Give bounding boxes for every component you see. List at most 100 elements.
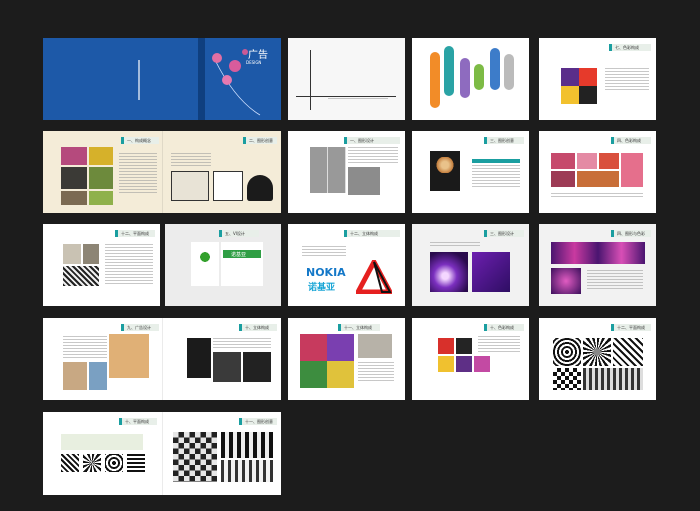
text-block <box>430 242 480 248</box>
section-header: 十二、立体构成 <box>344 230 400 237</box>
gutter <box>162 318 163 400</box>
paper-structure-image <box>213 352 241 382</box>
text-block <box>605 68 649 90</box>
text-block <box>105 244 153 286</box>
spread-p15-p16[interactable]: 九、广告设计 十、立体构成 <box>43 318 281 400</box>
sketch-image <box>348 167 380 195</box>
section-header: 九、广告设计 <box>121 324 159 331</box>
nokia-wordmark: NOKIA <box>306 266 346 279</box>
section-header: 五、VI设计 <box>219 230 259 237</box>
section-header: 一、构成概念 <box>121 137 159 144</box>
rabbit-illustration <box>213 171 243 201</box>
spread-p17[interactable]: 十一、立体构成 <box>288 318 405 400</box>
section-header: 四、图形与色彩 <box>611 230 651 237</box>
color-composition-image <box>561 68 597 104</box>
color-photo-5 <box>551 171 575 187</box>
color-block-1 <box>438 338 454 354</box>
color-block-5 <box>474 356 490 372</box>
photo-stone <box>61 167 87 189</box>
paper-star-image <box>243 352 271 382</box>
brochure-cover-spread[interactable]: 广告 DESIGN <box>43 38 281 120</box>
vertical-rule <box>310 50 311 110</box>
color-block-2 <box>456 338 472 354</box>
pattern-image-1 <box>63 244 81 264</box>
color-block-3 <box>438 356 454 372</box>
tessellation-image <box>173 432 217 482</box>
section-header: 七、色彩构成 <box>609 44 651 51</box>
text-block <box>119 153 157 193</box>
figure-illustration <box>171 171 209 201</box>
text-block <box>358 362 394 382</box>
vi-card-left <box>191 242 219 286</box>
spread-p19[interactable]: 十二、平面构成 <box>539 318 656 400</box>
spread-p3-contents[interactable] <box>412 38 529 120</box>
spread-p10[interactable]: 十二、平面构成 <box>43 224 160 306</box>
text-block <box>587 270 643 290</box>
sketch-grid <box>310 147 346 193</box>
ad-photo-3 <box>89 362 107 390</box>
op-art-1 <box>553 338 581 366</box>
text-block <box>472 165 520 187</box>
ribbon-grey <box>504 54 514 90</box>
spread-p2[interactable] <box>288 38 405 120</box>
horizontal-rule <box>296 96 396 97</box>
section-header: 十一、立体构成 <box>338 324 380 331</box>
section-header: 三、图形设计 <box>484 230 524 237</box>
ribbon-purple <box>460 58 470 98</box>
origami-grid-image <box>300 334 354 388</box>
caption-box <box>61 434 143 450</box>
section-header: 十一、图形创意 <box>239 418 277 425</box>
spread-p12[interactable]: 十二、立体构成 NOKIA 诺基亚 <box>288 224 405 306</box>
gutter <box>162 412 163 495</box>
spread-p20-p21[interactable]: 十、平面构成 十一、图形创意 <box>43 412 281 495</box>
spread-p8[interactable]: 三、图形创意 <box>412 131 529 213</box>
spread-p9[interactable]: 四、色彩构成 <box>539 131 656 213</box>
text-block <box>551 193 643 199</box>
figure-pattern-image <box>221 432 273 458</box>
vi-card-right <box>221 242 263 286</box>
spread-p4[interactable]: 七、色彩构成 <box>539 38 656 120</box>
nokia-chinese-name: 诺基亚 <box>308 283 336 293</box>
pattern-image-3 <box>63 266 99 286</box>
ribbon-green <box>474 64 484 90</box>
color-photo-3 <box>599 153 619 169</box>
spread-p5-p6[interactable]: 一、构成概念 二、图形创意 <box>43 131 281 213</box>
text-block <box>302 246 346 258</box>
op-art-4 <box>583 368 643 390</box>
pattern-tile-2 <box>83 454 101 472</box>
color-photo-2 <box>577 153 597 169</box>
color-photo-6 <box>577 171 619 187</box>
cover-subtitle: DESIGN <box>246 60 262 65</box>
cover-spine <box>198 38 205 120</box>
cover-title: 广告 <box>248 50 268 61</box>
section-header: 四、色彩构成 <box>611 137 651 144</box>
flower-vase-image <box>430 151 460 191</box>
color-block-4 <box>456 356 472 372</box>
photo-plant <box>89 167 113 189</box>
op-art-3 <box>613 338 643 366</box>
text-block <box>171 153 211 167</box>
photo-flower-yellow <box>89 147 113 165</box>
pattern-image-2 <box>83 244 99 264</box>
section-header: 十二、平面构成 <box>611 324 651 331</box>
spread-p18[interactable]: 十、色彩构成 <box>412 318 529 400</box>
fractal-banner-image <box>551 242 645 264</box>
pattern-tile-3 <box>105 454 123 472</box>
silhouette-illustration <box>247 175 273 201</box>
section-header: 十、色彩构成 <box>484 324 524 331</box>
cover-vertical-text <box>138 60 140 100</box>
ribbon-teal <box>444 46 454 96</box>
section-header: 十、立体构成 <box>239 324 277 331</box>
vi-logo-green <box>197 250 213 264</box>
spread-p13[interactable]: 三、图形设计 <box>412 224 529 306</box>
color-photo-4 <box>621 153 643 187</box>
pattern-tile-4 <box>127 454 145 472</box>
purple-rings-image <box>430 252 468 292</box>
spread-p7[interactable]: 一、图形设计 <box>288 131 405 213</box>
text-block <box>63 336 107 360</box>
spread-p11[interactable]: 五、VI设计 诺基亚 <box>165 224 281 306</box>
section-header: 一、图形设计 <box>344 137 400 144</box>
vi-logo-text: 诺基亚 <box>231 252 247 258</box>
spread-p14[interactable]: 四、图形与色彩 <box>539 224 656 306</box>
ribbon-orange <box>430 52 440 108</box>
